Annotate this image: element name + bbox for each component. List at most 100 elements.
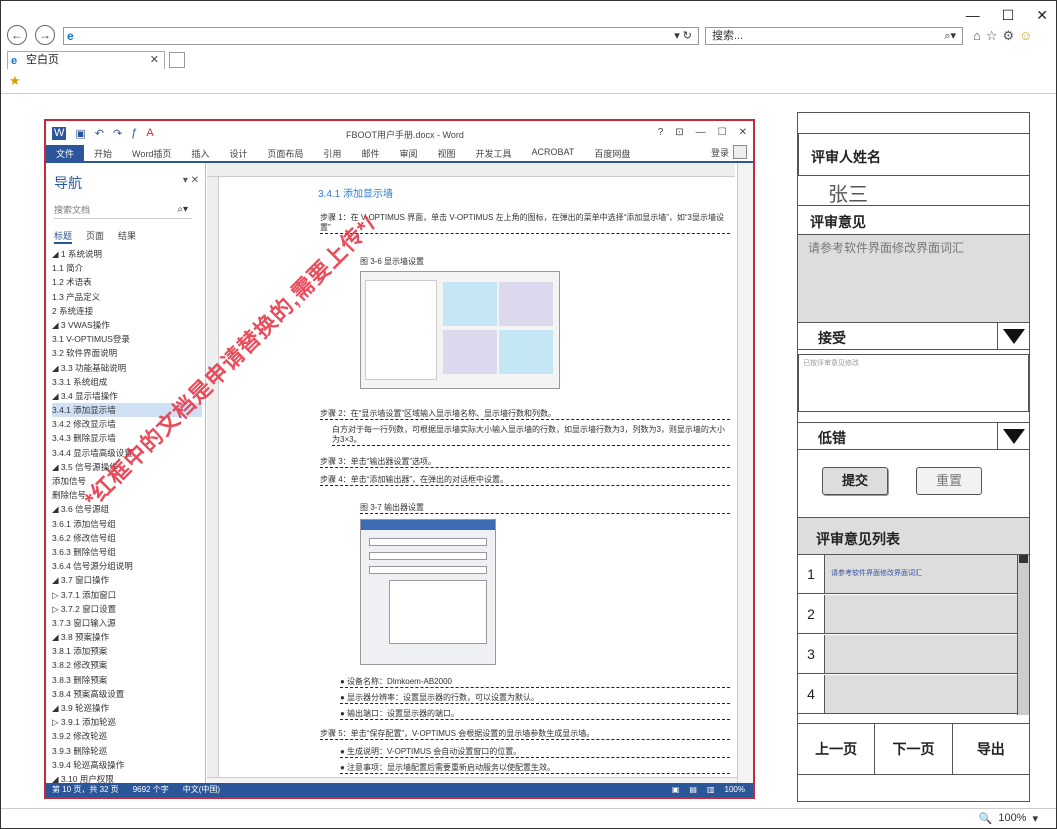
nav-tree-item[interactable]: ◢ 3 VWAS操作 <box>52 318 202 332</box>
word-count[interactable]: 9692 个字 <box>133 783 169 797</box>
format-icon[interactable]: ƒ <box>131 127 137 140</box>
search-icon[interactable]: ⌕▾ <box>177 204 188 215</box>
ribbon-tab-design[interactable]: 设计 <box>219 145 257 161</box>
word-ribbon-display-button[interactable]: ⊡ <box>675 127 683 138</box>
nav-tree-item[interactable]: 3.9.2 修改轮巡 <box>52 729 202 743</box>
refresh-icon[interactable]: ▾ ↻ <box>674 29 692 42</box>
word-user[interactable]: 登录 <box>711 145 747 159</box>
nav-pane-controls[interactable]: ▾ ✕ <box>183 175 199 186</box>
word-close-button[interactable]: ✕ <box>739 127 747 138</box>
opinion-textarea[interactable]: 请参考软件界面修改界面词汇 <box>798 235 1029 323</box>
reviewer-name-field[interactable]: 张三 <box>798 176 1029 206</box>
nav-tree-item[interactable]: 3.8.3 删除预案 <box>52 673 202 687</box>
nav-tree-item[interactable]: 3.6.1 添加信号组 <box>52 517 202 531</box>
document-vertical-scrollbar[interactable] <box>737 163 753 783</box>
reset-button[interactable]: 重置 <box>916 467 982 495</box>
chevron-down-icon[interactable]: ▾ <box>1032 812 1038 825</box>
ribbon-tab-developer[interactable]: 开发工具 <box>465 145 521 161</box>
nav-tab-headings[interactable]: 标题 <box>54 229 73 244</box>
close-window-button[interactable]: ✕ <box>1036 7 1048 24</box>
next-page-button[interactable]: 下一页 <box>875 724 953 774</box>
nav-tree-item[interactable]: 3.6.2 修改信号组 <box>52 531 202 545</box>
horizontal-ruler[interactable] <box>207 163 735 177</box>
nav-tree-item[interactable]: ◢ 3.7 窗口操作 <box>52 573 202 587</box>
nav-tree-item[interactable]: ◢ 3.6 信号源组 <box>52 502 202 516</box>
nav-tree-item[interactable]: ▷ 3.7.1 添加窗口 <box>52 588 202 602</box>
document-page[interactable]: 3.4.1 添加显示墙 步骤 1：在 V-OPTIMUS 界面，单击 V-OPT… <box>220 177 739 777</box>
ribbon-tab-view[interactable]: 视图 <box>427 145 465 161</box>
nav-tree-item[interactable]: ▷ 3.7.2 窗口设置 <box>52 602 202 616</box>
word-minimize-button[interactable]: — <box>696 127 706 138</box>
nav-tree-item[interactable]: 1.3 产品定义 <box>52 290 202 304</box>
word-zoom-level[interactable]: 100% <box>725 783 745 797</box>
ribbon-tab-baidu[interactable]: 百度网盘 <box>584 145 640 161</box>
search-icon[interactable]: ⌕▾ <box>944 28 956 44</box>
scrollbar-thumb[interactable] <box>1019 555 1028 563</box>
ribbon-tab-layout[interactable]: 页面布局 <box>257 145 313 161</box>
nav-tree-item[interactable]: 3.8.1 添加预案 <box>52 644 202 658</box>
favorites-star-icon[interactable]: ☆ <box>986 28 998 44</box>
word-help-button[interactable]: ? <box>658 127 664 138</box>
print-layout-icon[interactable]: ▤ <box>689 783 697 797</box>
nav-tree-item[interactable]: 3.9.3 删除轮巡 <box>52 744 202 758</box>
nav-tree-item[interactable]: ◢ 3.8 预案操作 <box>52 630 202 644</box>
minimize-button[interactable]: — <box>966 7 980 24</box>
nav-tree-item[interactable]: 3.1 V-OPTIMUS登录 <box>52 332 202 346</box>
read-mode-icon[interactable]: ▣ <box>672 783 680 797</box>
ribbon-tab-review[interactable]: 审阅 <box>389 145 427 161</box>
nav-tree-item[interactable]: 1.1 简介 <box>52 261 202 275</box>
forward-button[interactable]: → <box>35 25 55 45</box>
nav-tree-item[interactable]: 3.8.2 修改预案 <box>52 658 202 672</box>
browser-zoom[interactable]: 🔍 100% ▾ <box>979 812 1038 825</box>
search-input[interactable]: 搜索... ⌕▾ <box>705 27 963 45</box>
prev-page-button[interactable]: 上一页 <box>798 724 876 774</box>
settings-gear-icon[interactable]: ⚙ <box>1003 28 1015 44</box>
nav-tree-item[interactable]: ◢ 3.9 轮巡操作 <box>52 701 202 715</box>
word-maximize-button[interactable]: ☐ <box>718 127 727 138</box>
nav-tree-item[interactable]: 3.6.4 信号源分组说明 <box>52 559 202 573</box>
nav-tree-item[interactable]: 3.9.4 轮巡高级操作 <box>52 758 202 772</box>
undo-icon[interactable]: ↶ <box>95 127 104 140</box>
nav-tree-item[interactable]: ◢ 3.3 功能基础说明 <box>52 361 202 375</box>
back-button[interactable]: ← <box>7 25 27 45</box>
nav-tree-item[interactable]: 删除信号 <box>52 488 202 502</box>
new-tab-button[interactable] <box>169 52 185 68</box>
export-button[interactable]: 导出 <box>953 724 1029 774</box>
nav-tab-pages[interactable]: 页面 <box>86 229 104 244</box>
favorites-bar-icon[interactable]: ★ <box>9 73 21 89</box>
severity-select[interactable]: 低错 <box>798 422 1029 450</box>
dropdown-arrow-icon[interactable] <box>997 323 1029 349</box>
handling-note-textarea[interactable]: 已按评审意见修改 <box>798 354 1029 412</box>
ribbon-tab-mailings[interactable]: 邮件 <box>351 145 389 161</box>
nav-tree-item[interactable]: 3.7.3 窗口输入源 <box>52 616 202 630</box>
dropdown-arrow-icon[interactable] <box>997 423 1029 449</box>
tab-close-icon[interactable]: ✕ <box>150 52 159 68</box>
ribbon-tab-insert[interactable]: 插入 <box>181 145 219 161</box>
maximize-button[interactable]: ☐ <box>1002 7 1015 24</box>
review-list-scrollbar[interactable] <box>1017 555 1029 715</box>
ribbon-tab-word-insert[interactable]: Word插页 <box>122 145 181 161</box>
nav-search-input[interactable]: 搜索文档 ⌕▾ <box>54 203 192 219</box>
save-icon[interactable]: ▣ <box>75 127 85 140</box>
list-item[interactable]: 4 <box>798 675 1018 714</box>
nav-tab-results[interactable]: 结果 <box>118 229 136 244</box>
list-item[interactable]: 1 请参考软件界面修改界面词汇 <box>798 555 1018 594</box>
vertical-ruler[interactable] <box>207 177 219 777</box>
list-item[interactable]: 3 <box>798 635 1018 674</box>
font-color-icon[interactable]: A <box>146 127 153 140</box>
nav-tree-item[interactable]: 3.8.4 预案高级设置 <box>52 687 202 701</box>
nav-tree-item[interactable]: ▷ 3.9.1 添加轮巡 <box>52 715 202 729</box>
list-item[interactable]: 2 <box>798 595 1018 634</box>
smiley-feedback-icon[interactable]: ☺ <box>1019 28 1032 44</box>
redo-icon[interactable]: ↷ <box>113 127 122 140</box>
nav-tree-item[interactable]: 1.2 术语表 <box>52 275 202 289</box>
address-input[interactable]: e ▾ ↻ <box>63 27 699 45</box>
accept-select[interactable]: 接受 <box>798 322 1029 350</box>
tab-blank-page[interactable]: e 空白页 ✕ <box>7 51 165 69</box>
nav-tree-item[interactable]: 3.6.3 删除信号组 <box>52 545 202 559</box>
home-icon[interactable]: ⌂ <box>973 28 981 44</box>
ribbon-tab-file[interactable]: 文件 <box>46 145 85 161</box>
web-layout-icon[interactable]: ▥ <box>707 783 715 797</box>
language-indicator[interactable]: 中文(中国) <box>183 783 220 797</box>
submit-button[interactable]: 提交 <box>822 467 888 495</box>
